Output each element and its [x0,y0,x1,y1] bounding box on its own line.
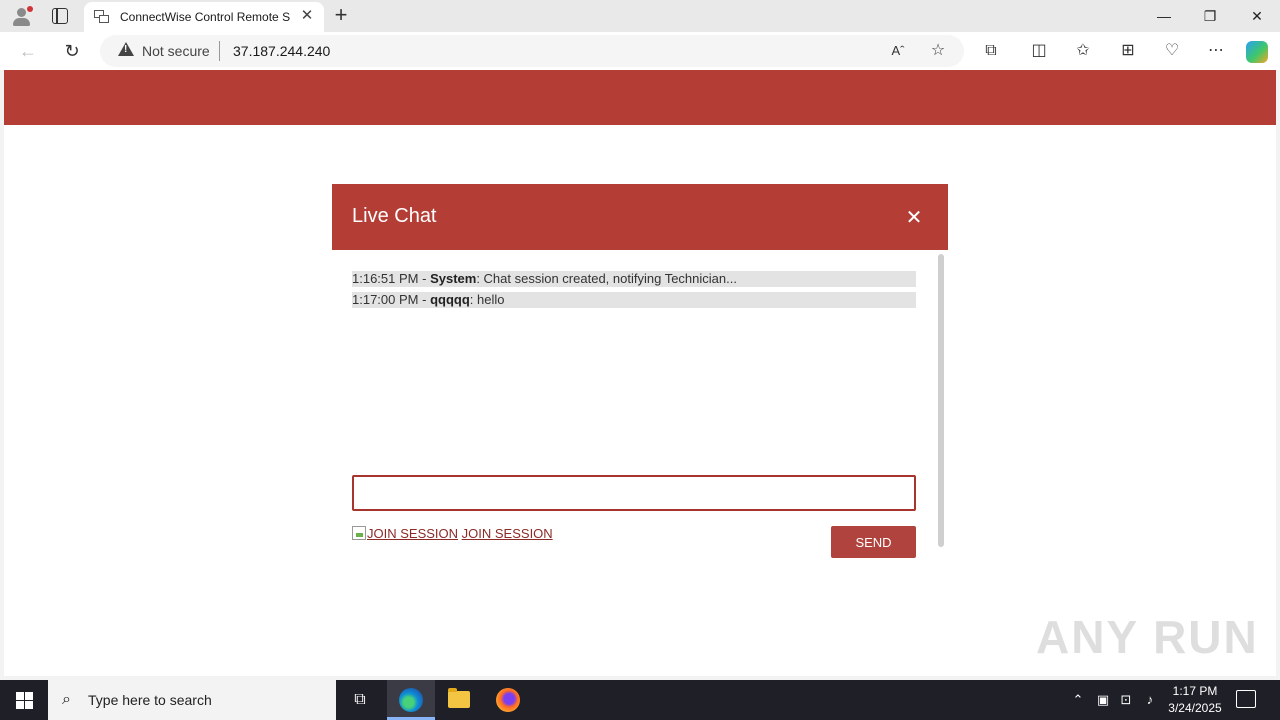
clock-date: 3/24/2025 [1168,701,1222,715]
minimize-button[interactable]: — [1141,0,1187,32]
browser-essentials-icon[interactable]: ♡ [1161,40,1183,62]
file-explorer-taskbar-button[interactable] [435,680,483,720]
task-view-button[interactable]: ⧉ [336,680,384,720]
back-button[interactable]: ← [17,40,39,62]
tab-title: ConnectWise Control Remote Su [120,10,290,24]
page-header-bar [4,70,1276,125]
message-time: 1:17:00 PM [352,292,419,307]
notification-icon[interactable] [1236,690,1256,708]
restore-button[interactable]: ❐ [1187,0,1233,32]
extensions-icon[interactable]: ⧉ [980,40,1002,62]
send-button[interactable]: SEND [831,526,916,558]
search-icon: ⌕ [62,691,71,708]
chat-title: Live Chat [352,205,437,227]
close-icon[interactable]: ✕ [902,206,926,230]
web-page: Live Chat ✕ 1:16:51 PM - System: Chat se… [4,70,1276,676]
connectwise-favicon-icon [94,10,110,24]
favorite-icon[interactable]: ☆ [927,40,949,62]
warning-icon[interactable] [118,42,134,56]
task-view-icon: ⧉ [354,691,366,708]
system-clock[interactable]: 1:17 PM 3/24/2025 [1164,683,1226,717]
meet-now-icon[interactable]: ▣ [1094,691,1112,709]
read-aloud-icon[interactable]: Aˆ [887,40,909,62]
edge-taskbar-button[interactable] [387,680,435,720]
more-icon[interactable]: ⋯ [1205,40,1227,62]
refresh-button[interactable]: ↻ [61,40,83,62]
firefox-icon [496,688,520,712]
join-session-image-alt: JOIN SESSION [367,526,459,541]
firefox-taskbar-button[interactable] [484,680,532,720]
browser-tab-strip: ConnectWise Control Remote Su ✕ + — ❐ ✕ [0,0,1280,32]
taskbar-search-box[interactable]: ⌕ Type here to search [48,680,336,720]
network-icon[interactable]: ⊡ [1117,691,1135,709]
chat-message-input[interactable] [352,475,916,511]
profile-icon[interactable] [10,5,34,27]
tab-close-icon[interactable]: ✕ [298,7,316,25]
browser-toolbar: ← ↻ Not secure 37.187.244.240 Aˆ ☆ ⧉ ◫ ✩… [0,32,1280,70]
address-separator [219,41,220,61]
security-label[interactable]: Not secure [142,43,210,59]
volume-icon[interactable]: ♪ [1141,691,1159,709]
chat-message: 1:17:00 PM - qqqqq: hello [352,292,916,308]
chevron-up-icon[interactable]: ⌃ [1069,691,1087,709]
chat-message-list: 1:16:51 PM - System: Chat session create… [352,271,916,313]
favorites-icon[interactable]: ✩ [1072,40,1094,62]
join-session-area: JOIN SESSION JOIN SESSION [352,526,553,541]
collections-icon[interactable]: ⊞ [1117,40,1139,62]
message-sender: System [430,271,477,286]
join-session-link[interactable]: JOIN SESSION [462,526,553,541]
message-text: hello [477,292,505,307]
clock-time: 1:17 PM [1172,684,1218,698]
search-placeholder: Type here to search [88,692,212,708]
copilot-icon[interactable] [1246,41,1268,63]
browser-tab-active[interactable]: ConnectWise Control Remote Su ✕ [84,2,324,32]
windows-taskbar: ⌕ Type here to search ⧉ ⌃ ▣ ⊡ ♪ 1:17 PM … [0,680,1280,720]
message-text: Chat session created, notifying Technici… [483,271,737,286]
url-text[interactable]: 37.187.244.240 [233,43,330,59]
address-bar[interactable] [100,35,964,67]
folder-icon [448,688,470,708]
chat-scrollbar[interactable] [938,254,944,547]
live-chat-panel: Live Chat ✕ 1:16:51 PM - System: Chat se… [332,184,948,584]
message-time: 1:16:51 PM [352,271,419,286]
broken-image-icon [352,526,366,540]
chat-message: 1:16:51 PM - System: Chat session create… [352,271,916,287]
anyrun-watermark: ANY RUN [1036,611,1259,663]
message-sender: qqqqq [430,292,470,307]
split-screen-icon[interactable]: ◫ [1028,40,1050,62]
tab-actions-icon[interactable] [52,8,68,24]
window-close-button[interactable]: ✕ [1234,0,1280,32]
start-button[interactable] [0,680,48,720]
new-tab-button[interactable]: + [330,4,352,26]
join-session-image-link[interactable]: JOIN SESSION [352,526,458,541]
edge-icon [399,688,423,712]
chat-header: Live Chat ✕ [332,184,948,250]
